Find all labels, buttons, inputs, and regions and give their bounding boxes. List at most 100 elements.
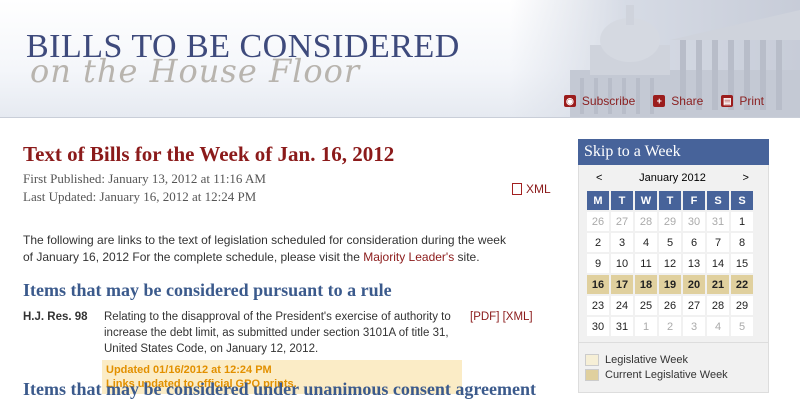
calendar-day[interactable]: 30 [683,212,705,231]
update-line-1: Updated 01/16/2012 at 12:24 PM [106,364,272,376]
calendar-day[interactable]: 28 [707,296,729,315]
calendar-day[interactable]: 22 [731,275,753,294]
first-published: First Published: January 13, 2012 at 11:… [23,171,266,186]
print-label: Print [739,94,764,108]
calendar-day[interactable]: 31 [611,317,633,336]
share-label: Share [671,94,704,108]
weekday-header: W [635,191,657,210]
calendar-day[interactable]: 29 [731,296,753,315]
site-subtitle: on the House Floor [30,52,361,90]
bill-number: H.J. Res. 98 [23,311,88,323]
bill-links: [PDF] [XML] [470,309,533,325]
calendar-week-row[interactable]: 30 31 1 2 3 4 5 [587,317,753,336]
section-heading-unanimous: Items that may be considered under unani… [23,379,537,399]
calendar-day[interactable]: 4 [707,317,729,336]
calendar-day[interactable]: 25 [635,296,657,315]
calendar-day[interactable]: 29 [659,212,681,231]
bill-pdf-link[interactable]: [PDF] [470,311,499,323]
calendar-day[interactable]: 24 [611,296,633,315]
calendar-day[interactable]: 5 [731,317,753,336]
calendar-week-row[interactable]: 23 24 25 26 27 28 29 [587,296,753,315]
intro-paragraph: The following are links to the text of l… [23,232,513,266]
bill-description: Relating to the disapproval of the Presi… [104,311,451,355]
calendar-day[interactable]: 15 [731,254,753,273]
calendar-day[interactable]: 1 [731,212,753,231]
calendar-day[interactable]: 16 [587,275,609,294]
calendar-day[interactable]: 9 [587,254,609,273]
prev-month-button[interactable]: < [596,171,602,189]
calendar-day[interactable]: 30 [587,317,609,336]
calendar-body: 26 27 28 29 30 31 1 2 3 4 5 6 7 8 9 10 11 12 13 14 15 16 17 18 1… [587,212,753,336]
page-title: Text of Bills for the Week of Jan. 16, 2… [23,142,395,166]
calendar-day[interactable]: 19 [659,275,681,294]
calendar-day[interactable]: 17 [611,275,633,294]
calendar-day[interactable]: 20 [683,275,705,294]
calendar-day[interactable]: 12 [659,254,681,273]
legend-item: Legislative Week [585,354,762,366]
intro-suffix: site. [454,250,480,264]
publish-meta: First Published: January 13, 2012 at 11:… [23,170,553,206]
subscribe-label: Subscribe [581,94,636,108]
main-content: Text of Bills for the Week of Jan. 16, 2… [23,142,553,394]
legend-swatch-legislative [585,354,599,366]
next-month-button[interactable]: > [743,171,749,189]
calendar-day[interactable]: 8 [731,233,753,252]
share-link[interactable]: + Share [653,94,703,108]
weekday-header: S [731,191,753,210]
calendar-day[interactable]: 26 [659,296,681,315]
weekday-header: T [611,191,633,210]
calendar-day[interactable]: 2 [659,317,681,336]
calendar-day[interactable]: 23 [587,296,609,315]
printer-icon: ▤ [721,95,734,107]
calendar-day[interactable]: 4 [635,233,657,252]
legend-label-legislative: Legislative Week [605,354,688,366]
calendar-day[interactable]: 27 [683,296,705,315]
calendar-legend: Legislative Week Current Legislative Wee… [578,343,769,393]
subscribe-link[interactable]: ◉ Subscribe [563,94,636,108]
print-link[interactable]: ▤ Print [721,94,764,108]
calendar-day[interactable]: 3 [683,317,705,336]
last-updated: Last Updated: January 16, 2012 at 12:24 … [23,189,257,204]
majority-leader-link[interactable]: Majority Leader's [363,250,454,264]
calendar-day[interactable]: 18 [635,275,657,294]
calendar-day[interactable]: 5 [659,233,681,252]
calendar-day[interactable]: 28 [635,212,657,231]
legend-label-current: Current Legislative Week [605,369,728,381]
calendar-month: January 2012 [639,172,706,184]
calendar-week-row[interactable]: 9 10 11 12 13 14 15 [587,254,753,273]
section-heading-rule: Items that may be considered pursuant to… [23,280,392,300]
calendar-day[interactable]: 14 [707,254,729,273]
weekday-header: F [683,191,705,210]
calendar-day[interactable]: 21 [707,275,729,294]
legend-item: Current Legislative Week [585,369,762,381]
calendar-day[interactable]: 10 [611,254,633,273]
header-banner: BILLS TO BE CONSIDERED on the House Floo… [0,0,800,118]
calendar: < January 2012 > MTWTFSS 26 27 28 29 30 31 1 2 3… [578,165,769,343]
calendar-day[interactable]: 3 [611,233,633,252]
calendar-day[interactable]: 2 [587,233,609,252]
calendar-nav: < January 2012 > [587,171,761,189]
calendar-grid: MTWTFSS 26 27 28 29 30 31 1 2 3 4 5 6 7 8 9 10 11 12 13 14 1… [585,189,755,338]
calendar-day[interactable]: 27 [611,212,633,231]
calendar-day[interactable]: 7 [707,233,729,252]
weekday-header: S [707,191,729,210]
weekday-header: T [659,191,681,210]
skip-to-week-heading: Skip to a Week [578,139,769,165]
calendar-day[interactable]: 11 [635,254,657,273]
calendar-day[interactable]: 26 [587,212,609,231]
calendar-day[interactable]: 1 [635,317,657,336]
weekday-header: M [587,191,609,210]
share-plus-icon: + [653,95,666,107]
calendar-day[interactable]: 13 [683,254,705,273]
calendar-week-row[interactable]: 2345678 [587,233,753,252]
weekday-header-row: MTWTFSS [587,191,753,210]
rss-icon: ◉ [563,95,576,107]
calendar-day[interactable]: 6 [683,233,705,252]
header-tools: ◉ Subscribe + Share ▤ Print [563,94,764,108]
bill-xml-link[interactable]: [XML] [503,311,533,323]
calendar-day[interactable]: 31 [707,212,729,231]
legend-swatch-current [585,369,599,381]
calendar-week-row[interactable]: 16 17 18 19 20 21 22 [587,275,753,294]
calendar-week-row[interactable]: 26 27 28 29 30 31 1 [587,212,753,231]
week-sidebar: Skip to a Week < January 2012 > MTWTFSS … [578,139,769,393]
